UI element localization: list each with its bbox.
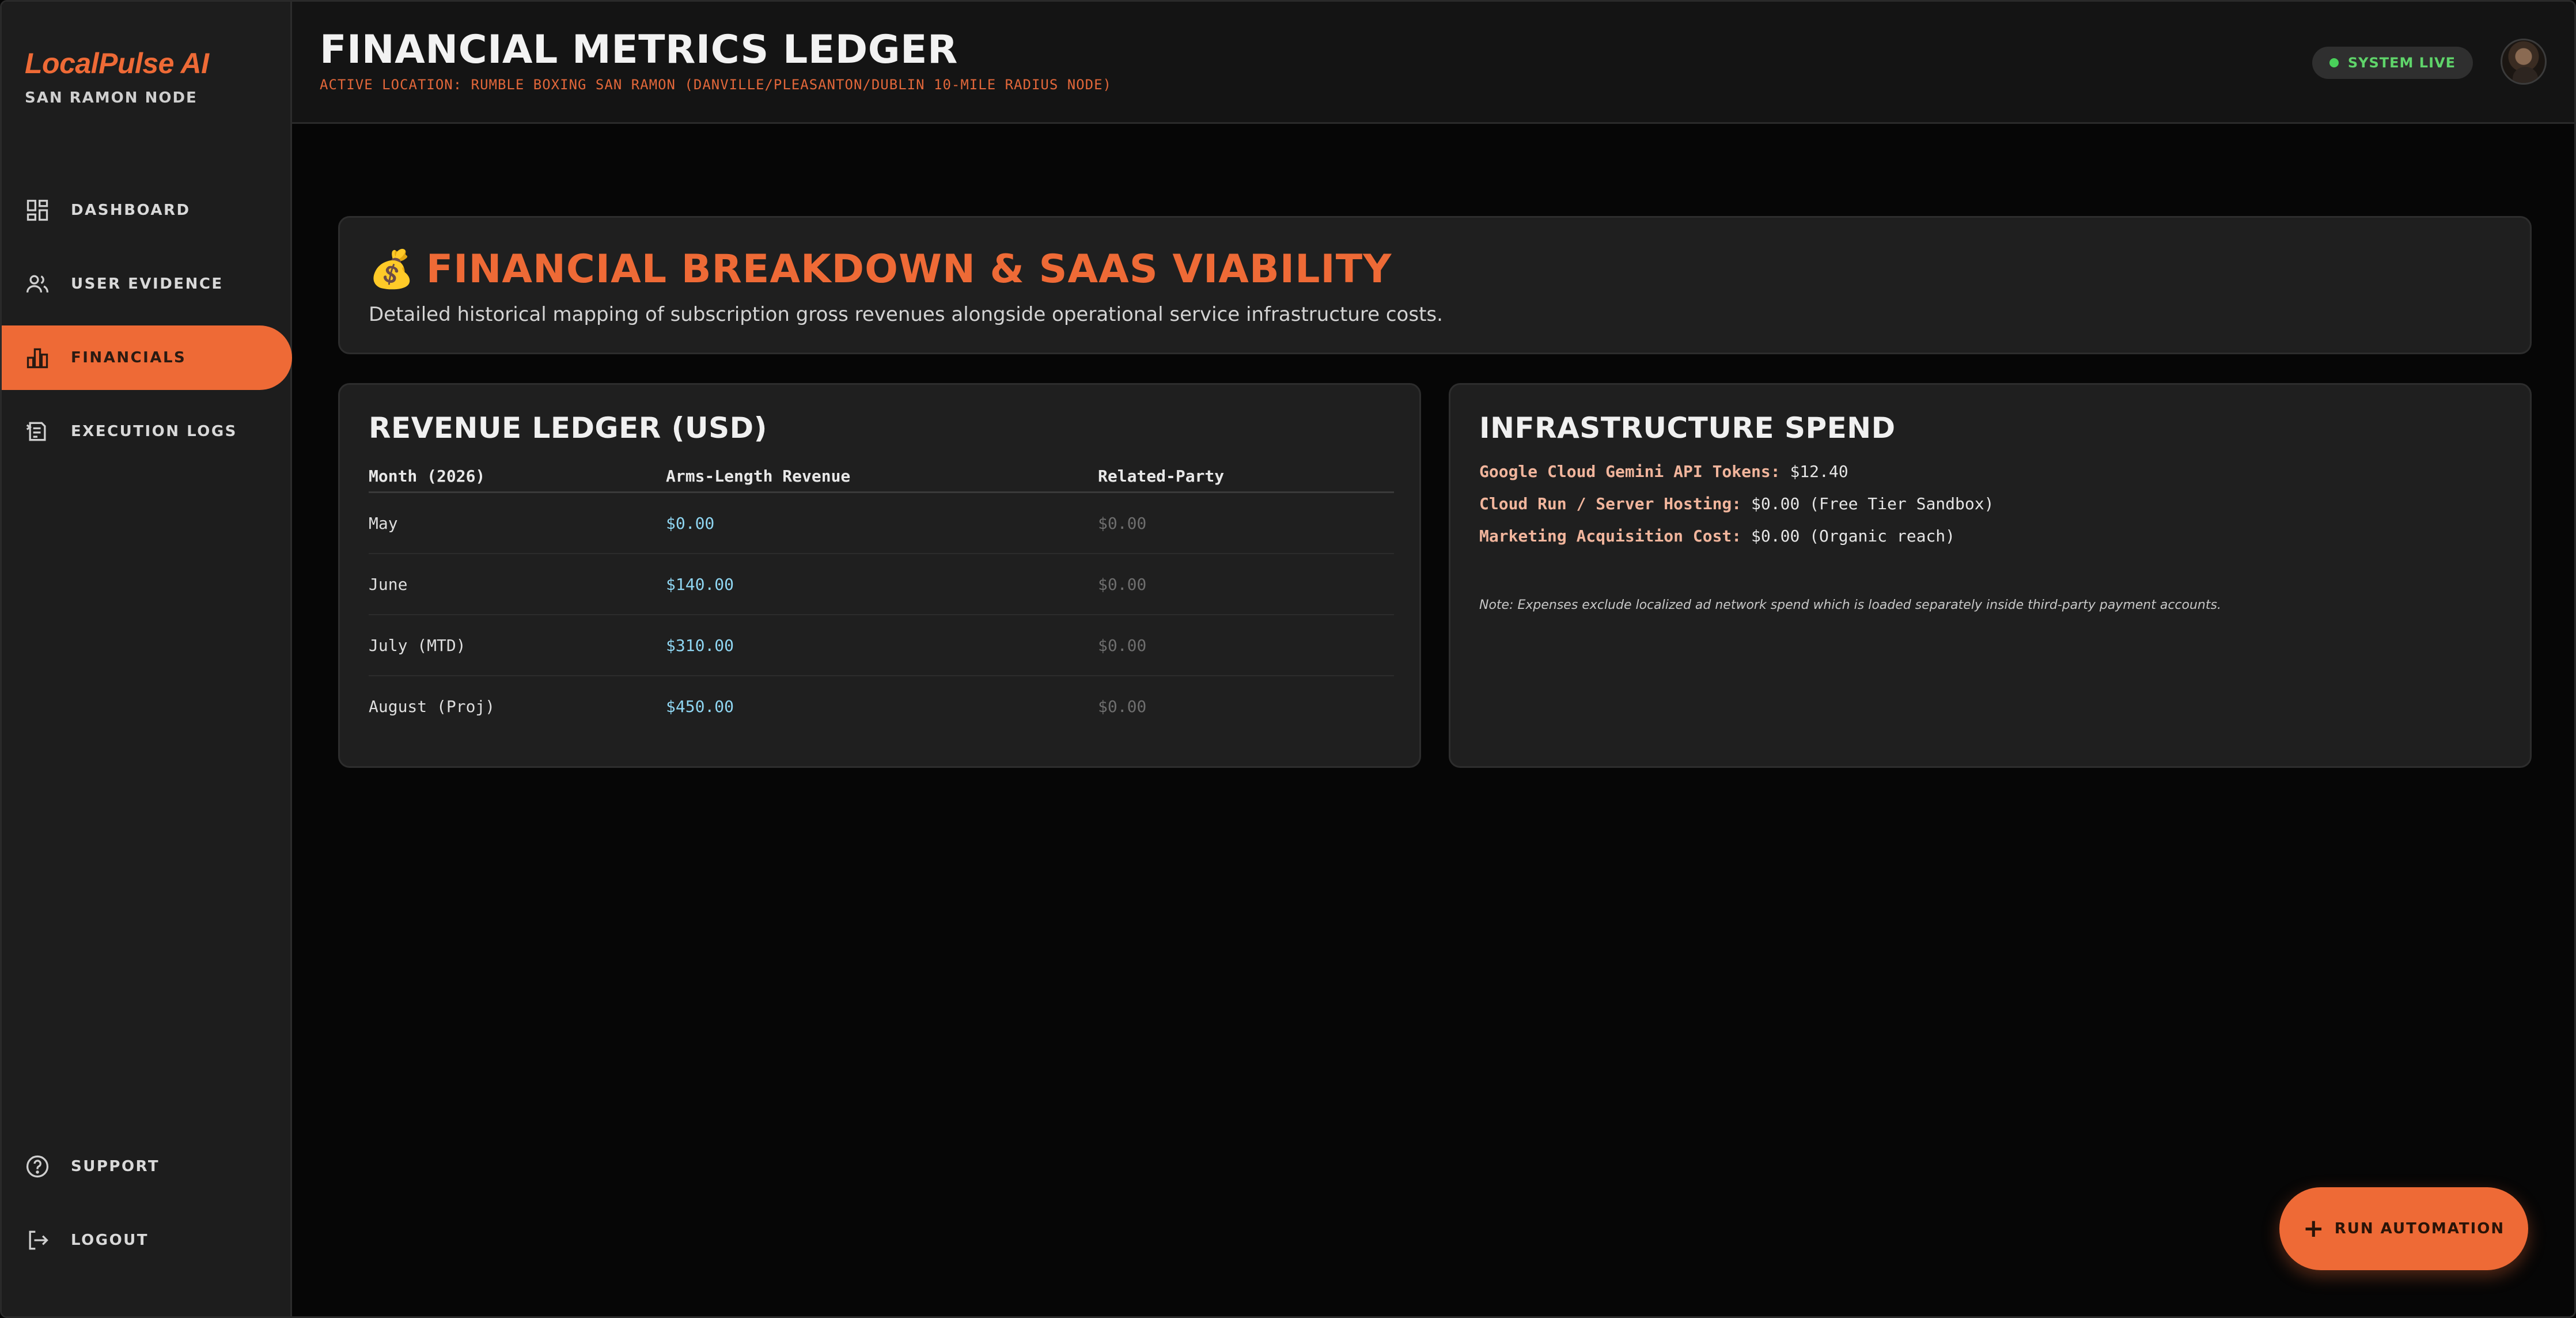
sidebar-item-logout[interactable]: LOGOUT	[2, 1208, 292, 1272]
spend-value: $0.00 (Organic reach)	[1751, 527, 1956, 546]
spend-label: Marketing Acquisition Cost:	[1479, 527, 1742, 546]
sidebar-item-label: EXECUTION LOGS	[71, 423, 237, 440]
run-automation-label: RUN AUTOMATION	[2334, 1220, 2505, 1237]
spend-item: Marketing Acquisition Cost: $0.00 (Organ…	[1479, 527, 1955, 546]
status-dot-icon	[2329, 58, 2339, 67]
spend-label: Google Cloud Gemini API Tokens:	[1479, 462, 1781, 481]
top-header: FINANCIAL METRICS LEDGER ACTIVE LOCATION…	[292, 2, 2574, 124]
active-location: ACTIVE LOCATION: RUMBLE BOXING SAN RAMON…	[320, 77, 1112, 93]
hero-heading: 💰 FINANCIAL BREAKDOWN & SAAS VIABILITY	[369, 247, 1392, 292]
sidebar-item-label: USER EVIDENCE	[71, 275, 223, 293]
cell-revenue: $450.00	[666, 697, 734, 716]
table-row: June $140.00 $0.00	[369, 554, 1394, 615]
cell-month: May	[369, 514, 398, 533]
sidebar-item-label: SUPPORT	[71, 1158, 160, 1175]
bar-chart-icon	[25, 345, 50, 370]
hero-title: FINANCIAL BREAKDOWN & SAAS VIABILITY	[426, 247, 1392, 292]
cell-month: August (Proj)	[369, 697, 495, 716]
sidebar-item-execution-logs[interactable]: EXECUTION LOGS	[2, 399, 292, 464]
cell-month: June	[369, 575, 408, 594]
users-icon	[25, 271, 50, 297]
spend-label: Cloud Run / Server Hosting:	[1479, 494, 1742, 513]
infrastructure-spend-card: INFRASTRUCTURE SPEND Google Cloud Gemini…	[1449, 383, 2532, 768]
help-icon	[25, 1154, 50, 1179]
status-badge: SYSTEM LIVE	[2312, 47, 2473, 79]
node-label: SAN RAMON NODE	[25, 89, 198, 107]
spend-item: Google Cloud Gemini API Tokens: $12.40	[1479, 462, 1848, 481]
sidebar: LocalPulse AI SAN RAMON NODE DASHBOARD U…	[2, 2, 292, 1316]
cell-revenue: $0.00	[666, 514, 715, 533]
cell-related-party: $0.00	[1098, 636, 1147, 655]
revenue-table: Month (2026) Arms-Length Revenue Related…	[369, 461, 1394, 737]
logout-icon	[25, 1228, 50, 1253]
sidebar-item-financials[interactable]: FINANCIALS	[2, 325, 292, 390]
infra-title: INFRASTRUCTURE SPEND	[1479, 411, 1896, 445]
expense-note: Note: Expenses exclude localized ad netw…	[1479, 598, 2221, 612]
brand-logo[interactable]: LocalPulse AI	[25, 47, 209, 80]
avatar[interactable]	[2501, 39, 2547, 85]
cell-revenue: $140.00	[666, 575, 734, 594]
app-window: LocalPulse AI SAN RAMON NODE DASHBOARD U…	[0, 0, 2576, 1318]
column-header-related-party: Related-Party	[1098, 467, 1225, 486]
hero-description: Detailed historical mapping of subscript…	[369, 303, 1443, 326]
sidebar-item-label: DASHBOARD	[71, 202, 191, 219]
cell-revenue: $310.00	[666, 636, 734, 655]
table-header: Month (2026) Arms-Length Revenue Related…	[369, 461, 1394, 493]
cell-month: July (MTD)	[369, 636, 466, 655]
cell-related-party: $0.00	[1098, 575, 1147, 594]
sidebar-item-user-evidence[interactable]: USER EVIDENCE	[2, 252, 292, 316]
table-row: July (MTD) $310.00 $0.00	[369, 615, 1394, 676]
sidebar-item-dashboard[interactable]: DASHBOARD	[2, 178, 292, 243]
money-bag-icon: 💰	[369, 248, 415, 291]
table-row: August (Proj) $450.00 $0.00	[369, 676, 1394, 737]
spend-value: $12.40	[1790, 462, 1848, 481]
table-row: May $0.00 $0.00	[369, 493, 1394, 554]
plus-icon: +	[2302, 1214, 2324, 1243]
cell-related-party: $0.00	[1098, 514, 1147, 533]
revenue-ledger-card: REVENUE LEDGER (USD) Month (2026) Arms-L…	[338, 383, 1421, 768]
dashboard-icon	[25, 198, 50, 223]
page-title: FINANCIAL METRICS LEDGER	[320, 27, 958, 73]
ledger-title: REVENUE LEDGER (USD)	[369, 411, 767, 445]
financial-breakdown-card: 💰 FINANCIAL BREAKDOWN & SAAS VIABILITY D…	[338, 216, 2532, 354]
column-header-revenue: Arms-Length Revenue	[666, 467, 851, 486]
run-automation-button[interactable]: + RUN AUTOMATION	[2279, 1187, 2528, 1270]
sidebar-item-support[interactable]: SUPPORT	[2, 1134, 292, 1199]
status-text: SYSTEM LIVE	[2347, 55, 2456, 71]
logs-icon	[25, 419, 50, 444]
cell-related-party: $0.00	[1098, 697, 1147, 716]
sidebar-item-label: FINANCIALS	[71, 349, 187, 366]
column-header-month: Month (2026)	[369, 467, 486, 486]
spend-item: Cloud Run / Server Hosting: $0.00 (Free …	[1479, 494, 1994, 513]
spend-value: $0.00 (Free Tier Sandbox)	[1751, 494, 1994, 513]
sidebar-item-label: LOGOUT	[71, 1232, 149, 1249]
